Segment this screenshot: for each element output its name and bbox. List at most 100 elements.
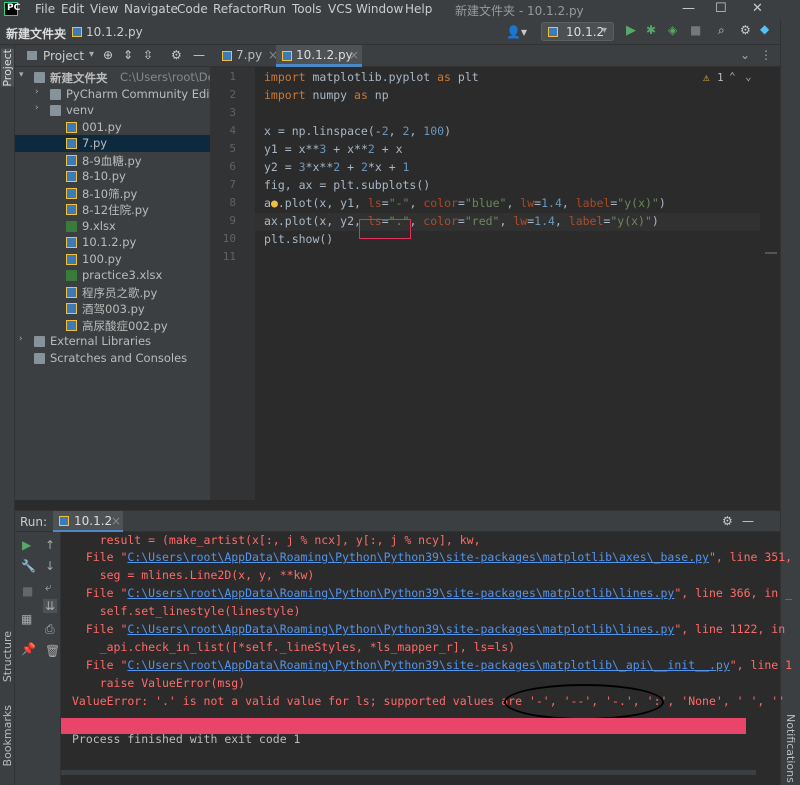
menu-vcs[interactable]: VCS [328, 2, 352, 16]
console-output[interactable]: result = (make_artist(x[:, j % ncx], y[:… [61, 532, 800, 785]
code-line[interactable]: plt.show() [264, 232, 333, 246]
soft-wrap-icon[interactable]: ⤶ [45, 580, 52, 595]
hide-panel-icon[interactable]: — [742, 514, 754, 528]
tree-item[interactable]: 8-10筛.py [15, 185, 210, 202]
tree-item[interactable]: › External Libraries [15, 333, 210, 350]
hide-panel-icon[interactable]: — [193, 48, 205, 62]
tree-item[interactable]: 001.py [15, 119, 210, 136]
chevron-right-icon[interactable]: › [19, 334, 23, 344]
close-tab-icon[interactable]: × [111, 514, 121, 528]
breadcrumb-project[interactable]: 新建文件夹 [6, 25, 66, 42]
close-tab-icon[interactable]: × [349, 48, 359, 62]
code-line[interactable]: x = np.linspace(-2, 2, 100) [264, 124, 451, 138]
warning-count: 1 [717, 71, 724, 84]
print-icon[interactable]: ⎙ [45, 622, 55, 637]
minimize-icon[interactable]: — [682, 1, 695, 16]
jetbrains-icon[interactable]: ◆ [760, 22, 769, 36]
tree-item[interactable]: 8-10.py [15, 168, 210, 185]
tree-item[interactable]: › PyCharm Community Edition 2 [15, 86, 210, 103]
search-icon[interactable]: ⌕ [718, 23, 725, 38]
gear-icon[interactable]: ⚙ [722, 514, 733, 528]
close-icon[interactable]: ✕ [752, 1, 763, 16]
run-configuration-select[interactable]: 10.1.2 ▾ [541, 22, 614, 41]
arrow-down-icon[interactable]: ↓ [45, 559, 55, 573]
menu-help[interactable]: Help [405, 2, 432, 16]
more-icon[interactable]: ⋮ [760, 48, 772, 62]
pin-icon[interactable]: 📌 [21, 642, 36, 656]
wrench-icon[interactable]: 🔧 [21, 559, 36, 573]
horizontal-scrollbar[interactable] [61, 770, 756, 775]
expand-all-icon[interactable]: ⇕ [123, 48, 133, 62]
chevron-down-icon[interactable]: ▾ [19, 70, 24, 80]
tab-10-1-2-py[interactable]: 10.1.2.py × [276, 45, 362, 67]
menu-refactor[interactable]: Refactor [213, 2, 263, 16]
traceback-link[interactable]: C:\Users\root\AppData\Roaming\Python\Pyt… [127, 586, 674, 600]
menu-navigate[interactable]: Navigate [124, 2, 178, 16]
tab-list-icon[interactable]: ⌄ [740, 48, 750, 62]
arrow-up-icon[interactable]: ↑ [45, 538, 55, 552]
trash-icon[interactable]: 🗑 [45, 644, 60, 658]
collapse-all-icon[interactable]: ⇳ [143, 48, 153, 62]
menu-view[interactable]: View [90, 2, 118, 16]
layout-icon[interactable]: ▦ [21, 612, 32, 626]
tree-item[interactable]: 高尿酸症002.py [15, 317, 210, 334]
run-toolbar-primary: ▶ 🔧 ■ ▦ 📌 [15, 532, 39, 785]
structure-tool-tab[interactable]: Structure [1, 631, 14, 682]
settings-icon[interactable]: ⚙ [740, 23, 751, 37]
tree-item[interactable]: ▾ 新建文件夹 C:\Users\root\Desktop [15, 69, 210, 86]
menu-tools[interactable]: Tools [292, 2, 322, 16]
tree-item[interactable]: 程序员之歌.py [15, 284, 210, 301]
menu-edit[interactable]: Edit [61, 2, 84, 16]
project-tool-tab[interactable]: Project [1, 49, 14, 87]
scroll-to-end-icon[interactable]: ⇊ [43, 599, 58, 613]
locate-icon[interactable]: ⊕ [103, 48, 113, 62]
chevron-right-icon[interactable]: › [35, 87, 39, 97]
code-editor[interactable]: import matplotlib.pyplot as plt import n… [255, 67, 760, 500]
coverage-icon[interactable]: ◈ [668, 23, 677, 37]
gear-icon[interactable]: ⚙ [171, 48, 182, 62]
chevron-down-icon[interactable]: ▾ [89, 49, 94, 60]
tree-item[interactable]: 8-9血糖.py [15, 152, 210, 169]
user-icon[interactable]: 👤▾ [506, 25, 527, 39]
python-file-icon [66, 253, 77, 265]
tree-item[interactable]: 100.py [15, 251, 210, 268]
menu-run[interactable]: Run [263, 2, 286, 16]
debug-icon[interactable]: ✱ [646, 23, 656, 37]
code-line[interactable]: y1 = x**3 + x**2 + x [264, 142, 403, 156]
code-line[interactable]: y2 = 3*x**2 + 2*x + 1 [264, 160, 409, 174]
code-line[interactable]: a●.plot(x, y1, ls="-", color="blue", lw=… [264, 196, 666, 210]
chevron-down-icon[interactable]: ⌄ [745, 70, 752, 83]
warning-icon[interactable]: ⚠ [703, 71, 710, 84]
tree-item[interactable]: Scratches and Consoles [15, 350, 210, 367]
chevron-right-icon[interactable]: › [35, 103, 39, 113]
menu-window[interactable]: Window [356, 2, 403, 16]
notifications-tool-tab[interactable]: Notifications [784, 714, 797, 783]
code-line[interactable]: import matplotlib.pyplot as plt [264, 70, 479, 84]
tree-item[interactable]: 10.1.2.py [15, 234, 210, 251]
tab-7-py[interactable]: 7.py × [216, 45, 278, 67]
python-file-icon [72, 27, 82, 37]
breadcrumb-file[interactable]: 10.1.2.py [86, 25, 143, 39]
project-panel-title[interactable]: Project [43, 49, 84, 63]
tree-item[interactable]: 7.py [15, 135, 210, 152]
run-tab[interactable]: 10.1.2 × [53, 511, 123, 532]
code-line[interactable]: fig, ax = plt.subplots() [264, 178, 430, 192]
tree-item[interactable]: 9.xlsx [15, 218, 210, 235]
bookmarks-tool-tab[interactable]: Bookmarks [1, 705, 14, 766]
tree-item[interactable]: practice3.xlsx [15, 267, 210, 284]
rerun-icon[interactable]: ▶ [22, 538, 31, 552]
tree-item[interactable]: 酒驾003.py [15, 300, 210, 317]
chevron-up-icon[interactable]: ⌃ [729, 70, 736, 83]
menu-code[interactable]: Code [177, 2, 208, 16]
menu-file[interactable]: File [35, 2, 55, 16]
code-line[interactable]: import numpy as np [264, 88, 389, 102]
traceback-link[interactable]: C:\Users\root\AppData\Roaming\Python\Pyt… [127, 658, 729, 672]
stop-icon[interactable]: ■ [22, 584, 33, 598]
stop-icon[interactable]: ■ [690, 23, 701, 37]
maximize-icon[interactable]: ☐ [715, 1, 727, 16]
traceback-link[interactable]: C:\Users\root\AppData\Roaming\Python\Pyt… [127, 550, 709, 564]
traceback-link[interactable]: C:\Users\root\AppData\Roaming\Python\Pyt… [127, 622, 674, 636]
tree-item[interactable]: › venv [15, 102, 210, 119]
tree-item[interactable]: 8-12住院.py [15, 201, 210, 218]
run-icon[interactable]: ▶ [626, 23, 636, 38]
